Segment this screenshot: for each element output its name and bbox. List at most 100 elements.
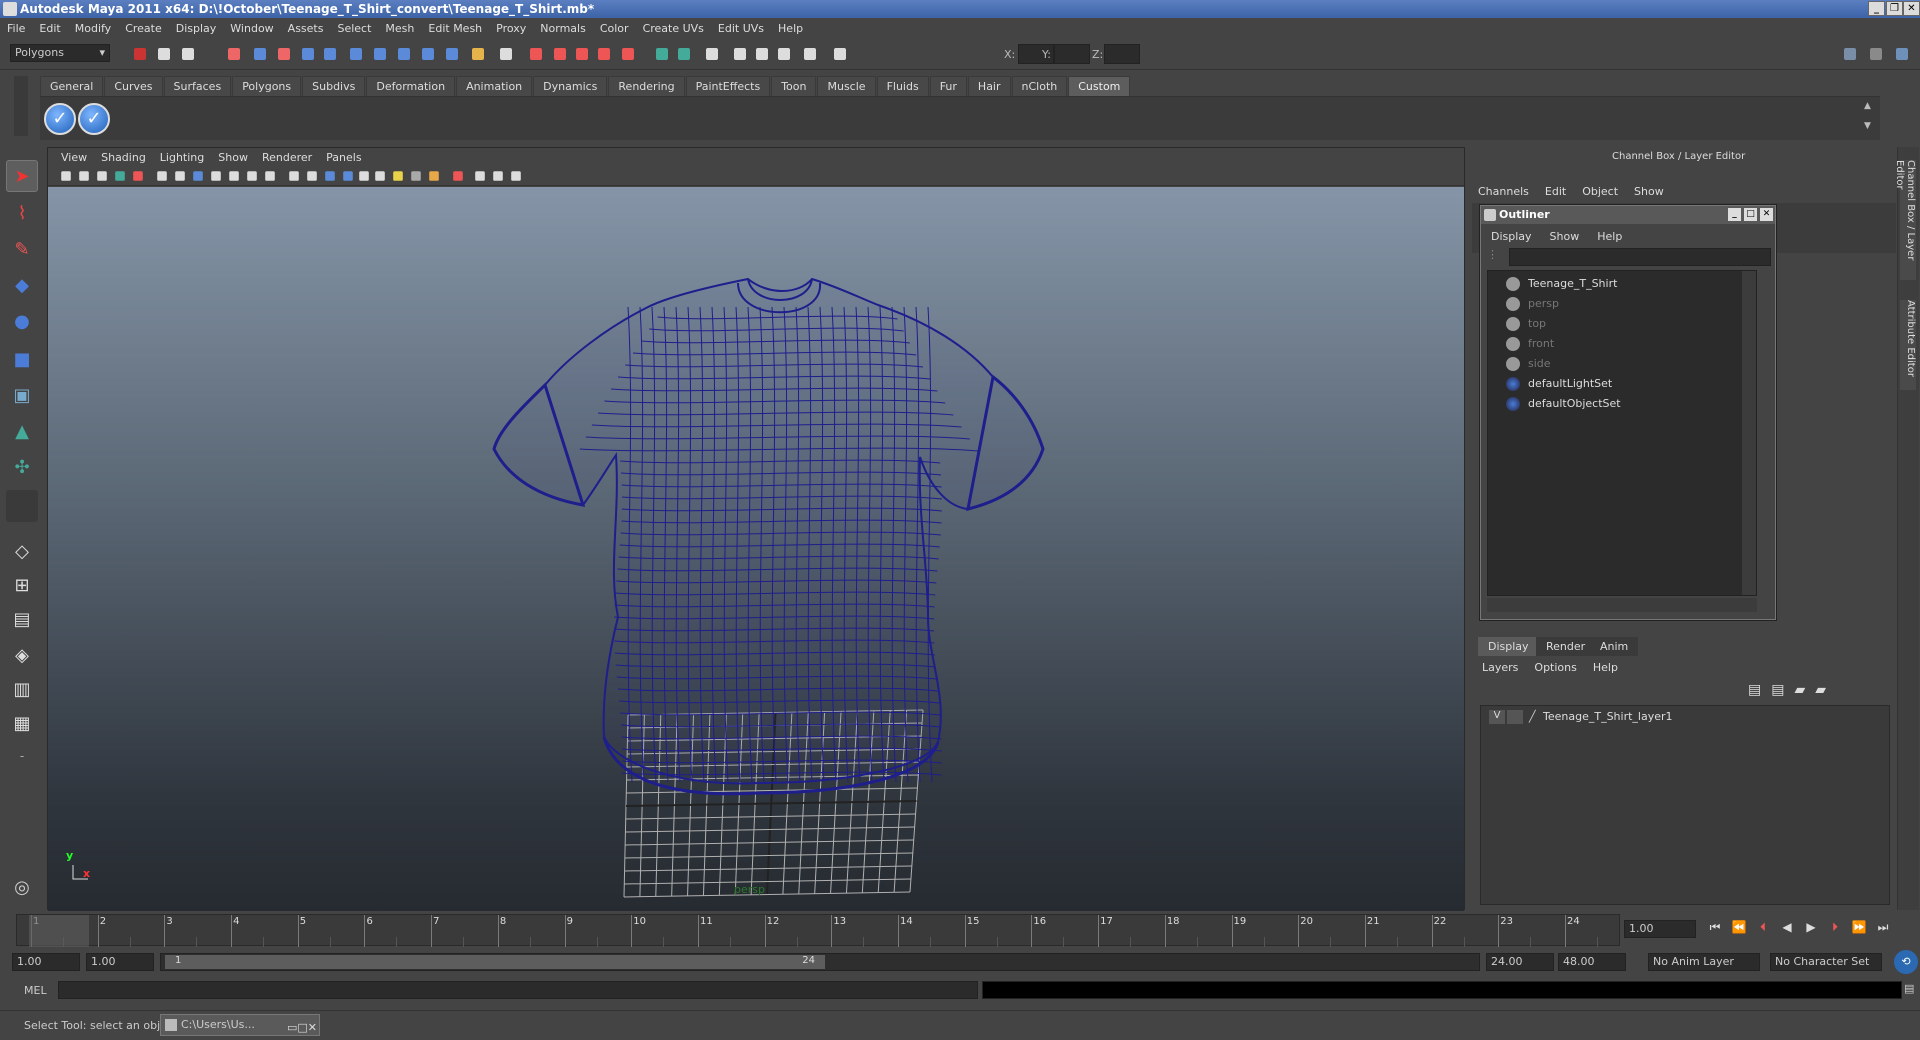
graph-layout-icon[interactable]: ◈ [6,640,38,672]
layer-menu-options[interactable]: Options [1534,661,1576,674]
script-editor-icon[interactable]: ▤ [1904,982,1914,995]
shelf-tab-general[interactable]: General [40,76,104,96]
outliner-item[interactable]: defaultObjectSet [1506,395,1621,413]
shelf-tab-surfaces[interactable]: Surfaces [163,76,232,96]
script-layout-icon[interactable]: ▦ [6,708,38,740]
command-input[interactable] [58,981,978,999]
menu-edit-uvs[interactable]: Edit UVs [711,22,771,35]
ao-icon[interactable] [490,168,506,184]
outliner-vscrollbar[interactable] [1742,271,1756,595]
mel-label[interactable]: MEL [24,984,47,997]
resolution-gate-icon[interactable] [190,168,206,184]
range-track[interactable]: 1 24 [160,953,1480,971]
last-tool-slot[interactable] [6,490,38,522]
menu-display[interactable]: Display [169,22,224,35]
layer-color-swatch-icon[interactable]: ╱ [1529,710,1536,723]
shelf-tab-dynamics[interactable]: Dynamics [533,76,608,96]
shaded-wire-icon[interactable] [356,168,372,184]
t-shirt-outline[interactable] [492,277,1045,785]
menu-set-dropdown[interactable]: Polygons ▾ [10,44,110,62]
camera-select-icon[interactable] [58,168,74,184]
shelf-tab-painteffects[interactable]: PaintEffects [685,76,771,96]
hypershade-layout-icon[interactable]: ▥ [6,674,38,706]
select-deformations-icon[interactable] [418,44,438,64]
soft-mod-tool-icon[interactable]: ▲ [6,416,38,448]
select-hierarchy-icon[interactable] [224,44,244,64]
layer-create-icons[interactable]: ▤▤▰▰ [1748,682,1836,698]
field-chart-icon[interactable] [226,168,242,184]
shelf-tab-custom[interactable]: Custom [1068,76,1131,96]
menu-modify[interactable]: Modify [68,22,118,35]
step-forward-icon[interactable]: ⏩ [1850,918,1868,936]
shelf-tab-animation[interactable]: Animation [456,76,533,96]
channel-box-toggle-icon[interactable] [1840,44,1860,64]
smooth-shade-icon[interactable] [340,168,356,184]
channel-menu-object[interactable]: Object [1582,185,1618,198]
menu-edit-mesh[interactable]: Edit Mesh [421,22,489,35]
outliner-titlebar[interactable]: Outliner _ □ ✕ [1481,206,1775,224]
shelf-tab-ncloth[interactable]: nCloth [1011,76,1068,96]
play-forwards-icon[interactable]: ▶ [1802,918,1820,936]
select-curves-icon[interactable] [370,44,390,64]
channel-menu-show[interactable]: Show [1634,185,1664,198]
shelf-tab-hair[interactable]: Hair [967,76,1011,96]
layer-list[interactable]: V ╱ Teenage_T_Shirt_layer1 [1480,705,1890,905]
select-object-icon[interactable] [250,44,270,64]
end-time-field[interactable]: 48.00 [1558,953,1626,971]
viewport-menu-shading[interactable]: Shading [94,151,153,164]
step-back-key-icon[interactable]: ⏴ [1754,918,1772,936]
open-scene-icon[interactable] [154,44,174,64]
safe-title-icon[interactable] [262,168,278,184]
character-set-dropdown[interactable]: No Character Set [1770,953,1882,971]
two-d-pan-icon[interactable] [130,168,146,184]
gate-mask-icon[interactable] [208,168,224,184]
tab-attribute-editor[interactable]: Attribute Editor [1900,300,1916,390]
shadows-icon[interactable] [408,168,424,184]
scale-tool-icon[interactable]: ■ [6,344,38,376]
minimize-button[interactable]: _ [1868,1,1885,16]
current-frame-field[interactable]: 1.00 [1624,920,1696,938]
isolate-select-icon[interactable] [450,168,466,184]
snap-point-icon[interactable] [572,44,592,64]
snap-plane-icon[interactable] [594,44,614,64]
shelf-tab-rendering[interactable]: Rendering [608,76,685,96]
show-manipulator-icon[interactable]: ✣ [6,452,38,484]
lock-selection-icon[interactable] [298,44,318,64]
default-light-icon[interactable] [390,168,406,184]
channel-menu-edit[interactable]: Edit [1545,185,1566,198]
maximize-button[interactable]: ❐ [1886,1,1903,16]
layer-tab-anim[interactable]: Anim [1590,637,1639,656]
time-ruler[interactable]: 123456789101112131415161718192021222324 [16,914,1620,947]
perspective-viewport[interactable]: View Shading Lighting Show Renderer Panels y … [47,147,1466,911]
grid-toggle-icon[interactable] [154,168,170,184]
use-all-lights-icon[interactable] [372,168,388,184]
playback-start-field[interactable]: 1.00 [86,953,154,971]
save-scene-icon[interactable] [178,44,198,64]
film-gate-icon[interactable] [172,168,188,184]
menu-select[interactable]: Select [330,22,378,35]
tab-channel-box[interactable]: Channel Box / Layer Editor [1894,160,1916,280]
single-pane-layout-icon[interactable]: ◇ [6,536,38,568]
shelf-tab-muscle[interactable]: Muscle [817,76,876,96]
render-settings-icon[interactable] [730,44,750,64]
select-rendering-icon[interactable] [468,44,488,64]
high-quality-icon[interactable] [426,168,442,184]
taskbar-window-buttons-icon[interactable]: ▭□✕ [287,1018,317,1038]
motion-blur-icon[interactable] [508,168,524,184]
outliner-maximize-button[interactable]: □ [1744,208,1757,221]
anim-layer-dropdown[interactable]: No Anim Layer [1648,953,1760,971]
menu-color[interactable]: Color [593,22,636,35]
t-shirt-wireframe[interactable] [48,187,1466,911]
step-back-icon[interactable]: ⏪ [1730,918,1748,936]
outliner-close-button[interactable]: ✕ [1760,208,1773,221]
outliner-menu-display[interactable]: Display [1491,230,1532,243]
xray-icon[interactable] [286,168,302,184]
layer-menu-help[interactable]: Help [1593,661,1618,674]
outliner-menu-show[interactable]: Show [1550,230,1580,243]
outliner-item[interactable]: defaultLightSet [1506,375,1612,393]
range-handle[interactable]: 1 24 [165,955,825,969]
move-tool-icon[interactable]: ◆ [6,270,38,302]
shelf-scroll-arrows-icon[interactable]: ▲ ▼ [1864,101,1876,137]
select-misc-icon[interactable] [496,44,516,64]
search-icon[interactable]: ⋮ [1487,248,1505,266]
